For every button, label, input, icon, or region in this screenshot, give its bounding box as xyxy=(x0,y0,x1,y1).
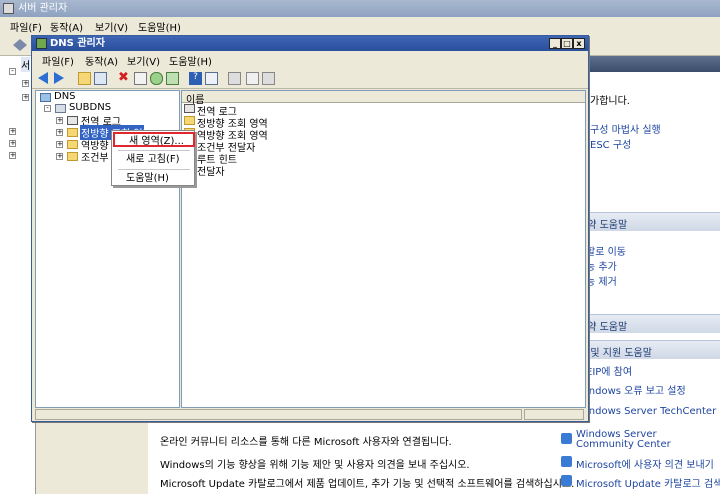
intro-text: 가합니다. xyxy=(590,96,630,107)
section-summary-help[interactable]: 요약 도움말 xyxy=(570,314,720,333)
log-icon xyxy=(67,116,78,125)
menu-separator xyxy=(118,169,190,170)
server-manager-icon xyxy=(3,3,14,14)
menu-view[interactable]: 보기(V) xyxy=(95,19,128,34)
help-menu-item[interactable]: 도움말(H) xyxy=(112,171,194,186)
dns-menu-help[interactable]: 도움말(H) xyxy=(169,53,212,68)
folder-icon xyxy=(67,140,78,149)
dns-manager-title: DNS 관리자 xyxy=(50,38,105,49)
menu-file[interactable]: 파일(F) xyxy=(10,19,42,34)
close-button[interactable]: x xyxy=(573,38,585,49)
maximize-button[interactable]: □ xyxy=(561,38,573,49)
view-icon[interactable] xyxy=(205,72,218,85)
forward-arrow-icon[interactable] xyxy=(20,39,27,51)
expand-icon[interactable]: + xyxy=(9,140,16,147)
catalog-search-link[interactable]: Microsoft Update 카탈로그 검색 xyxy=(576,475,720,490)
new-zone-menu-item[interactable]: 새 영역(Z)... xyxy=(113,132,195,147)
minimize-button[interactable]: _ xyxy=(549,38,561,49)
tree-item-subdns[interactable]: SUBDNS xyxy=(69,102,111,113)
log-icon xyxy=(184,104,195,113)
expand-icon[interactable]: + xyxy=(56,129,63,136)
dns-menu-view[interactable]: 보기(V) xyxy=(127,53,160,68)
context-menu: 새 영역(Z)... 새로 고침(F) 도움말(H) xyxy=(111,130,195,186)
status-bar xyxy=(35,409,586,420)
folder-icon xyxy=(67,152,78,161)
refresh-icon[interactable] xyxy=(150,72,163,85)
remove-features-link[interactable]: 능 제거 xyxy=(586,273,617,288)
send-feedback-link[interactable]: Microsoft에 사용자 의견 보내기 xyxy=(576,456,714,471)
back-arrow-icon[interactable] xyxy=(38,72,48,84)
server-manager-title: 서버 관리자 xyxy=(18,3,68,14)
esc-config-link[interactable]: ESC 구성 xyxy=(590,136,631,151)
config-wizard-link[interactable]: 구성 마법사 실행 xyxy=(590,121,661,136)
folder-icon xyxy=(184,116,195,125)
server-list-icon[interactable] xyxy=(262,72,275,85)
tree-item-dns[interactable]: DNS xyxy=(54,91,76,102)
tree-item-server[interactable]: 서 xyxy=(21,57,31,72)
techcenter-link[interactable]: indows Server TechCenter xyxy=(586,406,716,417)
expand-icon[interactable]: - xyxy=(9,68,16,75)
menu-action[interactable]: 동작(A) xyxy=(50,19,83,34)
up-folder-icon[interactable] xyxy=(78,72,91,85)
go-to-features-link[interactable]: 할로 이동 xyxy=(586,243,626,258)
globe-icon xyxy=(561,456,572,467)
error-reporting-link[interactable]: indows 오류 보고 설정 xyxy=(586,382,686,397)
section-features-summary[interactable]: 요약 도움말 xyxy=(570,212,720,231)
back-arrow-icon[interactable] xyxy=(6,39,20,51)
expand-icon[interactable]: + xyxy=(56,117,63,124)
export-list-icon[interactable] xyxy=(166,72,179,85)
dns-manager-title-bar[interactable]: DNS 관리자 _ □ x xyxy=(32,36,588,51)
dns-toolbar: ✖ ? xyxy=(32,69,588,89)
dns-manager-window: DNS 관리자 _ □ x 파일(F) 동작(A) 보기(V) 도움말(H) ✖… xyxy=(31,35,589,422)
catalog-text: Microsoft Update 카탈로그에서 제품 업데이트, 추가 기능 및… xyxy=(160,479,575,490)
ceip-link[interactable]: EIP에 참여 xyxy=(586,363,632,378)
menu-help[interactable]: 도움말(H) xyxy=(138,19,181,34)
forward-arrow-icon[interactable] xyxy=(54,72,64,84)
server-manager-title-bar[interactable]: 서버 관리자 xyxy=(0,0,720,17)
content-header xyxy=(586,56,720,72)
server-icon[interactable] xyxy=(228,72,241,85)
globe-icon xyxy=(561,475,572,486)
globe-icon xyxy=(561,433,572,444)
add-features-link[interactable]: 능 추가 xyxy=(586,258,617,273)
properties-icon[interactable] xyxy=(134,72,147,85)
column-header-name[interactable]: 이름 xyxy=(182,91,585,106)
expand-icon[interactable]: + xyxy=(22,94,29,101)
dns-list-pane: 이름 전역 로그 정방향 조회 영역 역방향 조회 영역 조건부 전달자 루트 … xyxy=(181,90,586,408)
document-icon[interactable] xyxy=(246,72,259,85)
delete-icon[interactable]: ✖ xyxy=(117,71,130,85)
dns-icon xyxy=(36,38,47,49)
collapse-icon[interactable]: - xyxy=(44,105,51,112)
status-panel xyxy=(35,409,522,420)
community-text: 온라인 커뮤니티 리소스를 통해 다른 Microsoft 사용자와 연결됩니다… xyxy=(160,437,452,448)
status-panel xyxy=(524,409,584,420)
dns-menu-bar: 파일(F) 동작(A) 보기(V) 도움말(H) xyxy=(32,51,588,69)
menu-separator xyxy=(118,150,190,151)
section-support-help[interactable]: 스 및 지원 도움말 xyxy=(570,340,720,359)
feedback-text: Windows의 기능 향상을 위해 기능 제안 및 사용자 의견을 보내 주십… xyxy=(160,460,470,471)
dns-menu-action[interactable]: 동작(A) xyxy=(85,53,118,68)
expand-icon[interactable]: + xyxy=(9,152,16,159)
community-center-link[interactable]: Windows Server Community Center xyxy=(576,430,716,450)
folder-icon xyxy=(67,128,78,137)
expand-icon[interactable]: + xyxy=(56,153,63,160)
tree-item-conditional-forwarders[interactable]: 조건부 xyxy=(81,149,109,164)
dns-root-icon xyxy=(40,93,51,102)
dns-menu-file[interactable]: 파일(F) xyxy=(42,53,74,68)
server-icon xyxy=(55,104,66,113)
server-manager-menu-bar: 파일(F) 동작(A) 보기(V) 도움말(H) xyxy=(0,17,720,34)
show-tree-icon[interactable] xyxy=(94,72,107,85)
refresh-menu-item[interactable]: 새로 고침(F) xyxy=(112,152,194,167)
expand-icon[interactable]: + xyxy=(9,128,16,135)
expand-icon[interactable]: + xyxy=(56,141,63,148)
help-icon[interactable]: ? xyxy=(189,72,202,85)
expand-icon[interactable]: + xyxy=(22,80,29,87)
